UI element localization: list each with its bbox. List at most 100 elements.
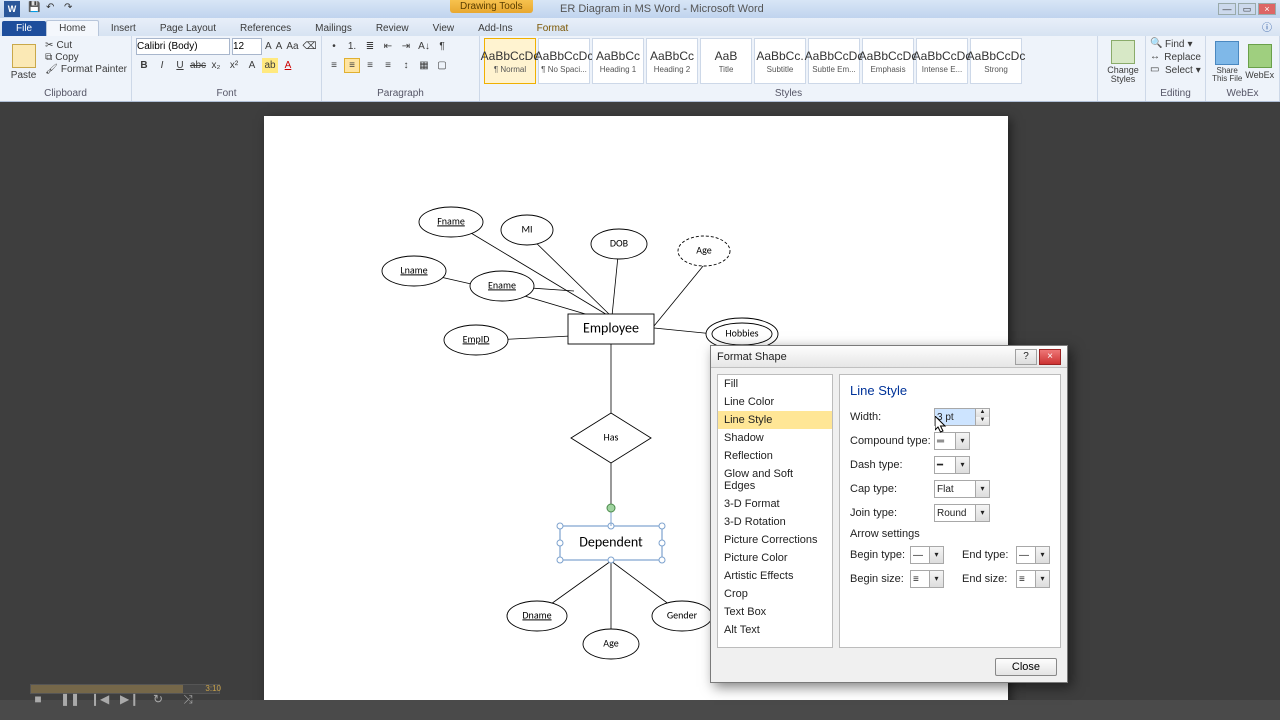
cut-button[interactable]: ✂ Cut — [45, 40, 127, 51]
align-left-icon[interactable]: ≡ — [326, 58, 342, 73]
borders-icon[interactable]: ▢ — [434, 58, 450, 73]
end-size-dropdown[interactable]: ≡▾ — [1016, 570, 1050, 588]
end-type-dropdown[interactable]: —▾ — [1016, 546, 1050, 564]
dialog-close-footer-button[interactable]: Close — [995, 658, 1057, 676]
tab-review[interactable]: Review — [364, 21, 421, 36]
compound-dropdown[interactable]: ═▾ — [934, 432, 970, 450]
tab-references[interactable]: References — [228, 21, 303, 36]
subscript-icon[interactable]: x₂ — [208, 58, 224, 73]
format-painter-button[interactable]: 🖌 Format Painter — [45, 64, 127, 75]
align-right-icon[interactable]: ≡ — [362, 58, 378, 73]
tab-format[interactable]: Format — [525, 21, 581, 36]
dialog-category[interactable]: Line Style — [718, 411, 832, 429]
pause-icon[interactable]: ❚❚ — [60, 692, 76, 708]
width-input[interactable]: 3 pt — [934, 408, 976, 426]
style-item[interactable]: AaBbCcDc¶ No Spaci... — [538, 38, 590, 84]
copy-button[interactable]: ⧉ Copy — [45, 52, 127, 63]
style-item[interactable]: AaBbCcHeading 2 — [646, 38, 698, 84]
dialog-category[interactable]: Picture Corrections — [718, 531, 832, 549]
style-item[interactable]: AaBbCcDc¶ Normal — [484, 38, 536, 84]
shrink-font-icon[interactable]: A — [275, 39, 284, 54]
dialog-category[interactable]: Shadow — [718, 429, 832, 447]
help-icon[interactable]: ⓘ — [1254, 17, 1280, 36]
find-button[interactable]: Find ▾ — [1150, 38, 1201, 50]
dialog-category[interactable]: 3-D Format — [718, 495, 832, 513]
dialog-category[interactable]: Picture Color — [718, 549, 832, 567]
dialog-category[interactable]: Reflection — [718, 447, 832, 465]
line-spacing-icon[interactable]: ↕ — [398, 58, 414, 73]
minimize-button[interactable]: — — [1218, 3, 1236, 15]
rotate-handle[interactable] — [607, 504, 615, 512]
redo-icon[interactable]: ↷ — [64, 2, 78, 16]
show-marks-icon[interactable]: ¶ — [434, 39, 450, 54]
font-size-combo[interactable] — [232, 38, 262, 55]
multilevel-icon[interactable]: ≣ — [362, 39, 378, 54]
decrease-indent-icon[interactable]: ⇤ — [380, 39, 396, 54]
dialog-close-button[interactable]: × — [1039, 349, 1061, 365]
dialog-category[interactable]: Glow and Soft Edges — [718, 465, 832, 495]
stop-icon[interactable]: ■ — [30, 692, 46, 708]
dialog-help-button[interactable]: ? — [1015, 349, 1037, 365]
cap-dropdown[interactable]: Flat▾ — [934, 480, 990, 498]
dialog-category[interactable]: Fill — [718, 375, 832, 393]
share-file-button[interactable]: Share This File — [1210, 38, 1244, 86]
style-item[interactable]: AaBbCc.Subtitle — [754, 38, 806, 84]
join-dropdown[interactable]: Round▾ — [934, 504, 990, 522]
tab-page-layout[interactable]: Page Layout — [148, 21, 228, 36]
numbering-icon[interactable]: 1. — [344, 39, 360, 54]
tab-home[interactable]: Home — [46, 20, 99, 36]
styles-gallery[interactable]: AaBbCcDc¶ NormalAaBbCcDc¶ No Spaci...AaB… — [484, 38, 1093, 84]
document-workspace[interactable]: Employee Ename Fname MI Lname DOB Age Em… — [0, 102, 1280, 700]
shuffle-icon[interactable]: ⤨ — [180, 692, 196, 708]
dialog-titlebar[interactable]: Format Shape ? × — [711, 346, 1067, 368]
style-item[interactable]: AaBbCcDcStrong — [970, 38, 1022, 84]
align-center-icon[interactable]: ≡ — [344, 58, 360, 73]
tab-addins[interactable]: Add-Ins — [466, 21, 524, 36]
width-spinner[interactable]: ▲▼ — [976, 408, 990, 426]
webex-button[interactable]: WebEx — [1244, 38, 1275, 86]
dialog-category[interactable]: Text Box — [718, 603, 832, 621]
grow-font-icon[interactable]: A — [264, 39, 273, 54]
begin-type-dropdown[interactable]: —▾ — [910, 546, 944, 564]
bold-icon[interactable]: B — [136, 58, 152, 73]
style-item[interactable]: AaBbCcHeading 1 — [592, 38, 644, 84]
increase-indent-icon[interactable]: ⇥ — [398, 39, 414, 54]
dialog-category[interactable]: Alt Text — [718, 621, 832, 639]
restore-button[interactable]: ▭ — [1238, 3, 1256, 15]
italic-icon[interactable]: I — [154, 58, 170, 73]
file-tab[interactable]: File — [2, 21, 46, 36]
bullets-icon[interactable]: • — [326, 39, 342, 54]
change-styles-button[interactable]: Change Styles — [1102, 38, 1144, 86]
font-color-icon[interactable]: A — [280, 58, 296, 73]
style-item[interactable]: AaBbCcDcSubtle Em... — [808, 38, 860, 84]
tab-insert[interactable]: Insert — [99, 21, 148, 36]
dialog-category[interactable]: 3-D Rotation — [718, 513, 832, 531]
style-item[interactable]: AaBTitle — [700, 38, 752, 84]
undo-icon[interactable]: ↶ — [46, 2, 60, 16]
prev-icon[interactable]: ❙◀ — [90, 692, 106, 708]
dialog-category[interactable]: Crop — [718, 585, 832, 603]
begin-size-dropdown[interactable]: ≡▾ — [910, 570, 944, 588]
format-shape-dialog[interactable]: Format Shape ? × FillLine ColorLine Styl… — [710, 345, 1068, 683]
underline-icon[interactable]: U — [172, 58, 188, 73]
dialog-category[interactable]: Line Color — [718, 393, 832, 411]
next-icon[interactable]: ▶❙ — [120, 692, 136, 708]
replace-button[interactable]: Replace — [1150, 51, 1201, 63]
superscript-icon[interactable]: x² — [226, 58, 242, 73]
dialog-category[interactable]: Artistic Effects — [718, 567, 832, 585]
style-item[interactable]: AaBbCcDcIntense E... — [916, 38, 968, 84]
strike-icon[interactable]: abc — [190, 58, 206, 73]
dialog-category-list[interactable]: FillLine ColorLine StyleShadowReflection… — [717, 374, 833, 648]
sort-icon[interactable]: A↓ — [416, 39, 432, 54]
select-button[interactable]: Select ▾ — [1150, 64, 1201, 76]
justify-icon[interactable]: ≡ — [380, 58, 396, 73]
paste-button[interactable]: Paste — [4, 38, 43, 86]
text-effects-icon[interactable]: A — [244, 58, 260, 73]
style-item[interactable]: AaBbCcDcEmphasis — [862, 38, 914, 84]
dash-dropdown[interactable]: ━▾ — [934, 456, 970, 474]
font-family-combo[interactable] — [136, 38, 230, 55]
tab-view[interactable]: View — [421, 21, 467, 36]
save-icon[interactable]: 💾 — [28, 2, 42, 16]
tab-mailings[interactable]: Mailings — [303, 21, 364, 36]
highlight-icon[interactable]: ab — [262, 58, 278, 73]
